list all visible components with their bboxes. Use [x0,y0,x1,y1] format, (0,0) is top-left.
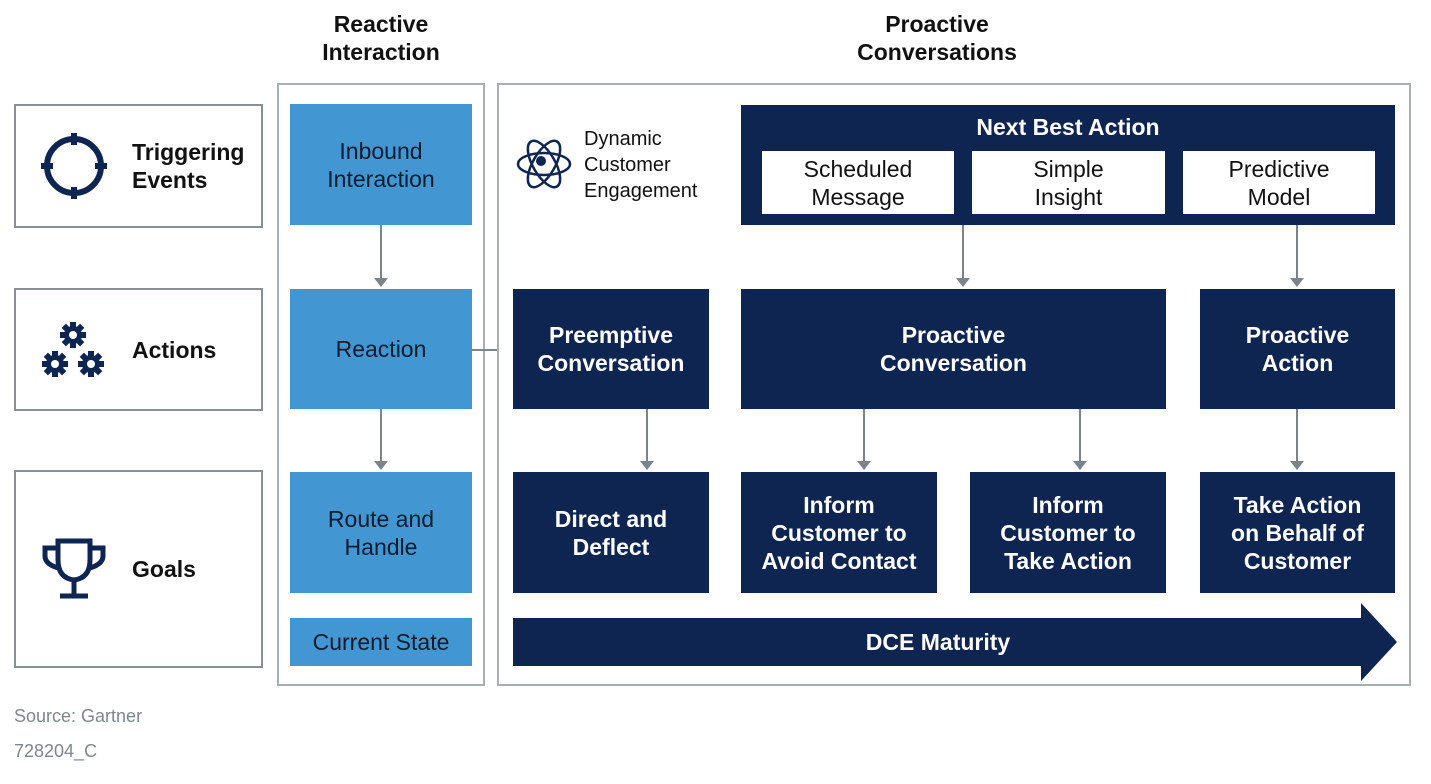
row-goals: Goals [14,470,263,668]
preemptive-conversation-box: Preemptive Conversation [513,289,709,409]
connector-line [1296,409,1298,462]
direct-and-deflect-box: Direct and Deflect [513,472,709,593]
connector-line [1079,409,1081,462]
reactive-interaction-heading: Reactive Interaction [322,11,440,65]
reaction-box: Reaction [290,289,472,409]
next-best-action-title: Next Best Action [976,114,1160,140]
arrow-down-icon [956,278,970,287]
inform-take-action-box: Inform Customer to Take Action [970,472,1166,593]
inform-avoid-contact-box: Inform Customer to Avoid Contact [741,472,937,593]
dce-label: Dynamic Customer Engagement [584,128,698,202]
dce-maturity-label: DCE Maturity [865,629,1011,655]
row-actions: Actions [14,288,263,411]
connector-line [380,409,382,462]
route-and-handle-box: Route and Handle [290,472,472,593]
connector-line [1296,225,1298,279]
arrow-down-icon [857,461,871,470]
arrow-down-icon [640,461,654,470]
row-label: Triggering Events [132,139,245,193]
figure-id: 728204_C [14,741,98,761]
current-state-box: Current State [290,618,472,666]
row-triggering-events: Triggering Events [14,104,263,228]
scheduled-message-box: Scheduled Message [762,151,954,214]
arrow-down-icon [374,461,388,470]
proactive-conversation-box: Proactive Conversation [741,289,1166,409]
trophy-icon [34,538,114,600]
arrow-down-icon [1290,278,1304,287]
predictive-model-box: Predictive Model [1183,151,1375,214]
proactive-conversations-heading: Proactive Conversations [857,11,1017,65]
row-label: Goals [132,556,196,582]
take-action-on-behalf-box: Take Action on Behalf of Customer [1200,472,1395,593]
connector-line [646,409,648,462]
row-label: Actions [132,336,217,363]
connector-line [380,225,382,279]
arrow-down-icon [374,278,388,287]
connector-line [962,225,964,279]
crosshair-target-icon [34,132,114,200]
inbound-interaction-box: Inbound Interaction [290,104,472,225]
gears-icon [34,320,114,380]
proactive-action-box: Proactive Action [1200,289,1395,409]
arrow-down-icon [1073,461,1087,470]
atom-icon [514,134,574,194]
connector-line [863,409,865,462]
source-note: Source: Gartner [14,706,143,726]
arrow-down-icon [1290,461,1304,470]
simple-insight-box: Simple Insight [972,151,1165,214]
